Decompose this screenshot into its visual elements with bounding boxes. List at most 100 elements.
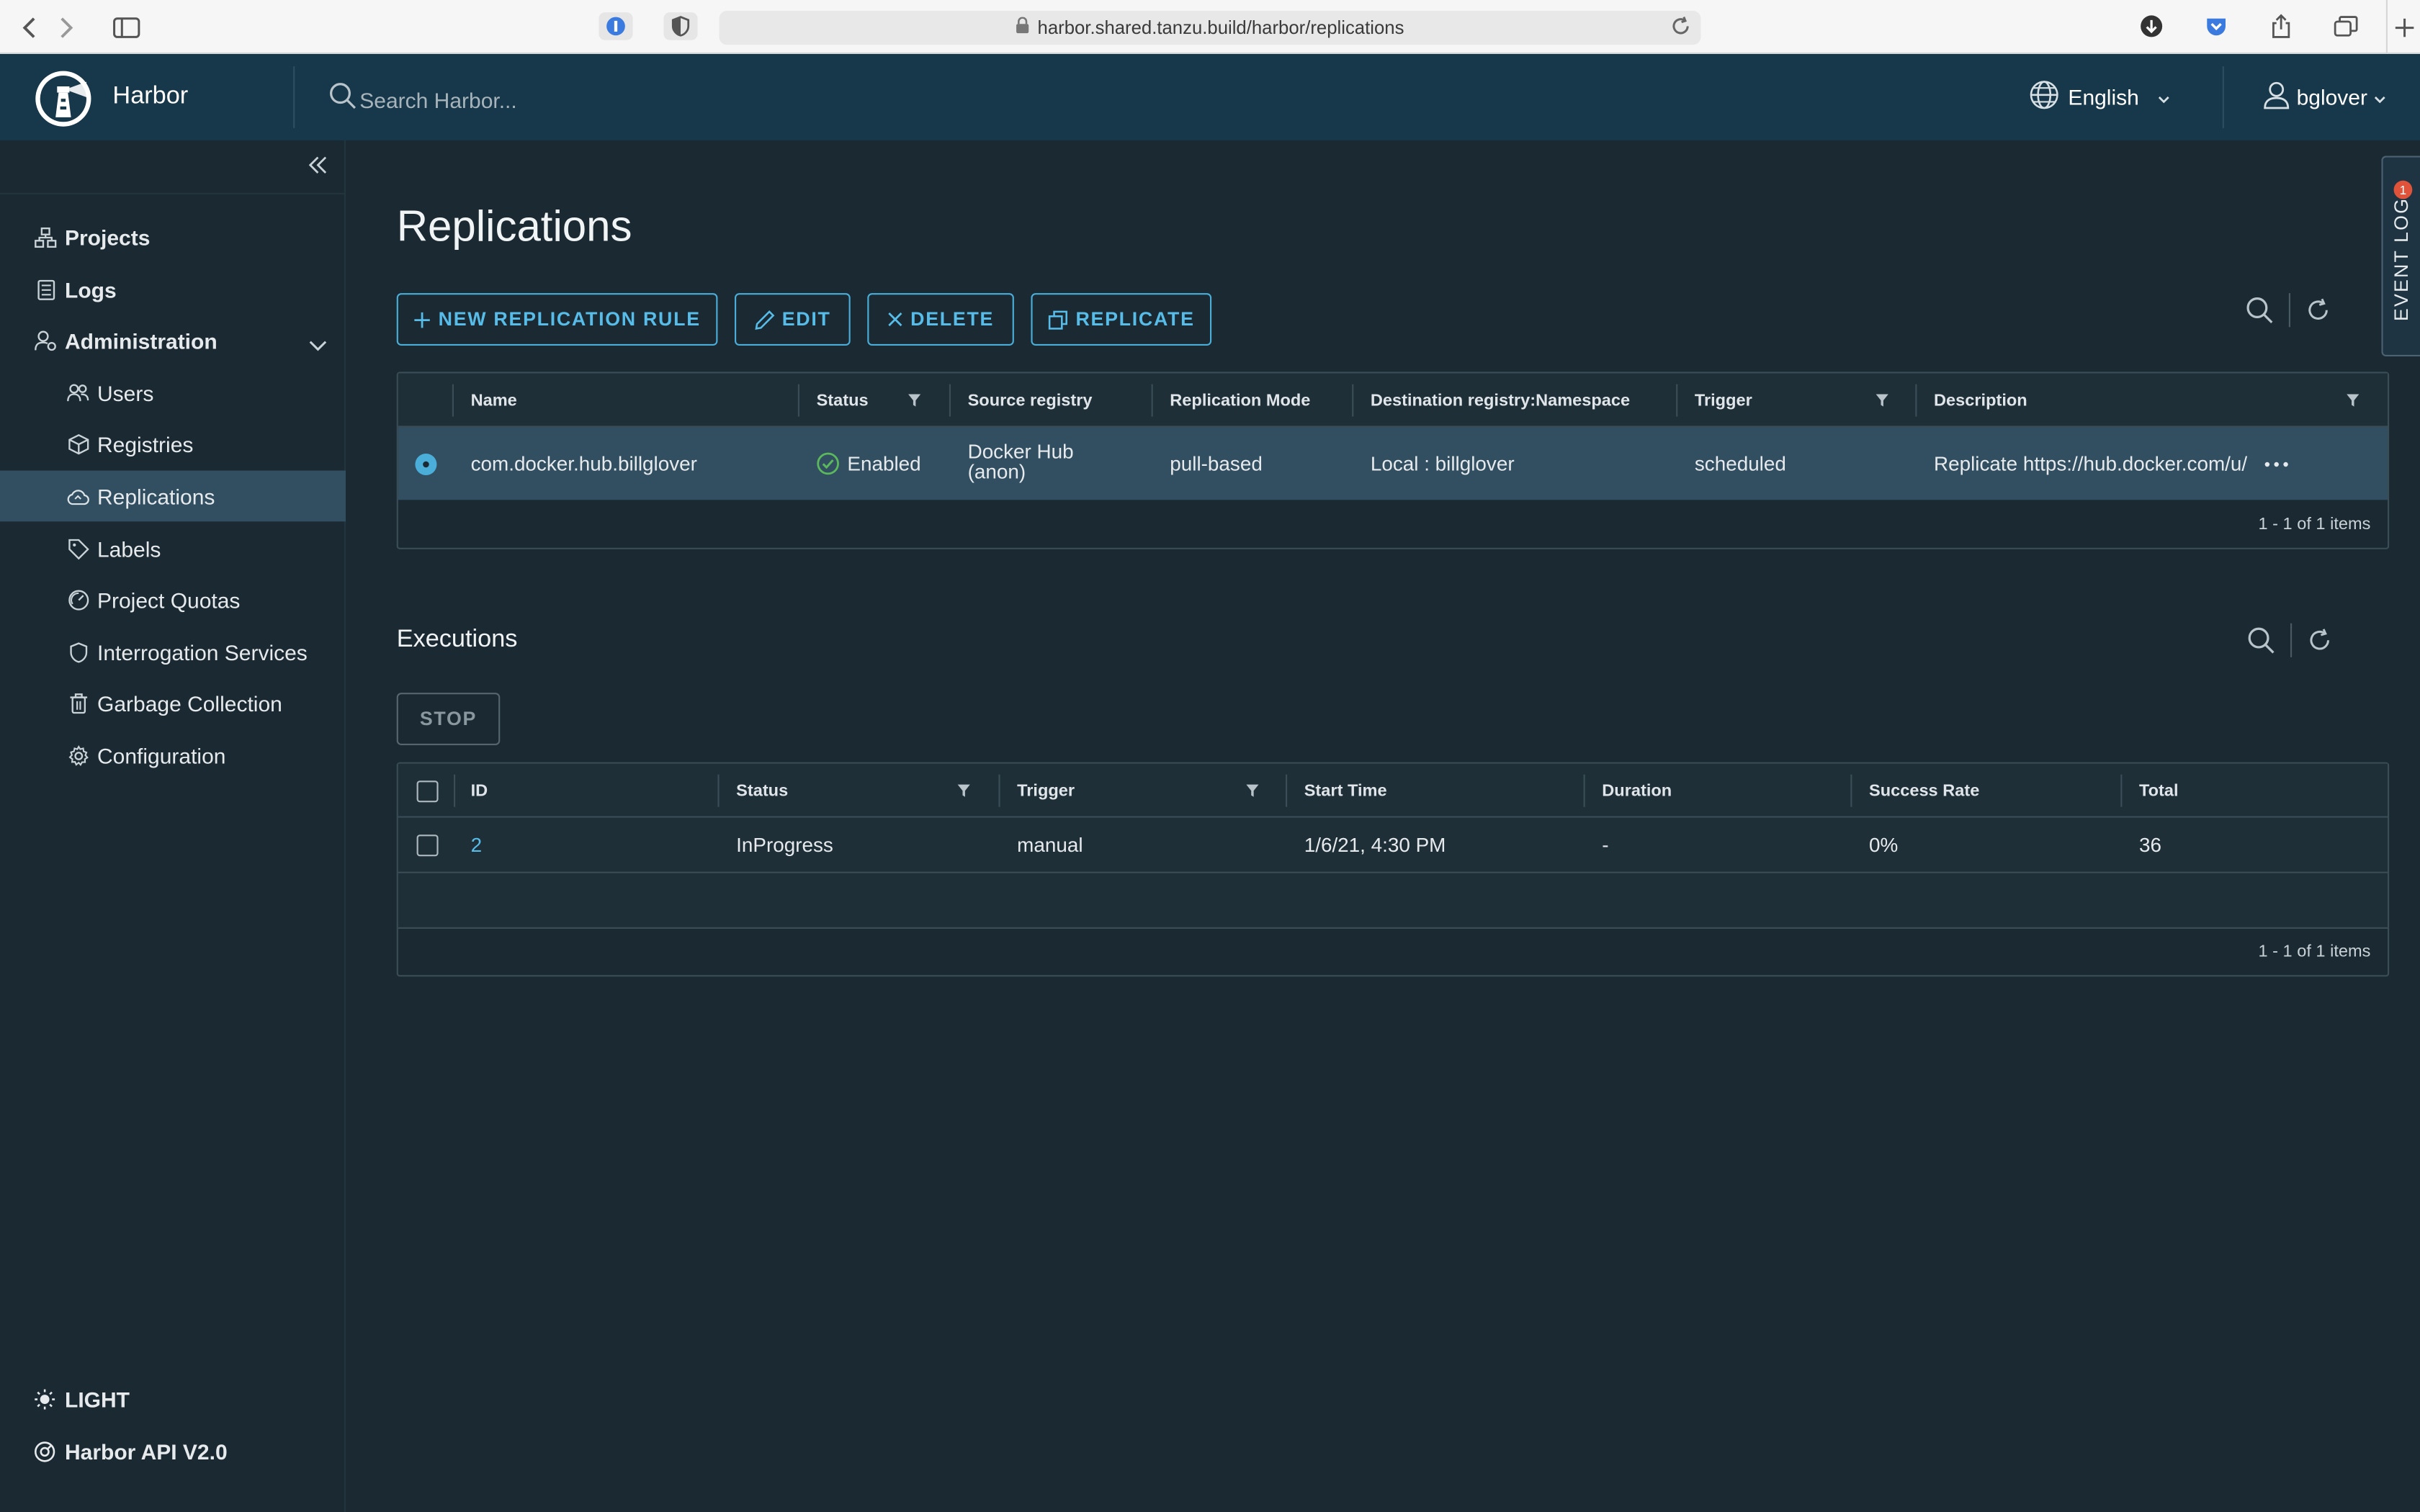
- header-divider: [2222, 66, 2224, 128]
- source-registry-name: Docker Hub: [967, 439, 1074, 463]
- execution-status: InProgress: [736, 833, 833, 857]
- filter-icon[interactable]: [1245, 784, 1259, 803]
- share-icon[interactable]: [2264, 12, 2298, 40]
- language-selector[interactable]: English: [2030, 80, 2170, 114]
- table-row[interactable]: com.docker.hub.billglover Enabled Docker…: [398, 427, 2388, 500]
- collapse-sidebar-icon[interactable]: [307, 154, 335, 179]
- column-header-start-time[interactable]: Start Time: [1304, 764, 1387, 818]
- column-header-trigger[interactable]: Trigger: [1017, 764, 1075, 818]
- table-row[interactable]: 2 InProgress manual 1/6/21, 4:30 PM - 0%…: [398, 817, 2388, 873]
- rule-source-registry: Docker Hub (anon): [968, 441, 1074, 482]
- new-tab-icon[interactable]: [2385, 0, 2420, 54]
- column-separator: [1352, 384, 1354, 417]
- pocket-icon[interactable]: [2200, 12, 2233, 40]
- theme-toggle[interactable]: LIGHT: [34, 1387, 130, 1412]
- sidebar-item-configuration[interactable]: Configuration: [0, 730, 346, 781]
- delete-button[interactable]: DELETE: [867, 293, 1014, 346]
- column-header-id[interactable]: ID: [471, 764, 488, 818]
- back-icon[interactable]: [15, 11, 43, 43]
- sidebar-item-logs[interactable]: Logs: [0, 264, 346, 315]
- page-title: Replications: [396, 202, 632, 251]
- projects-icon: [34, 225, 57, 248]
- replicate-icon: [1048, 310, 1068, 330]
- sidebar-item-users[interactable]: Users: [0, 367, 346, 418]
- user-menu[interactable]: bglover: [2262, 80, 2385, 114]
- column-separator: [452, 384, 454, 417]
- sidebar-toggle-icon[interactable]: [102, 11, 151, 43]
- brand-name[interactable]: Harbor: [112, 84, 188, 112]
- sidebar-item-garbage-collection[interactable]: Garbage Collection: [0, 678, 346, 729]
- column-header-description[interactable]: Description: [1934, 374, 2027, 428]
- divider: [0, 192, 346, 194]
- harbor-logo[interactable]: [34, 69, 92, 127]
- row-radio[interactable]: [415, 428, 437, 500]
- column-header-total[interactable]: Total: [2139, 764, 2179, 818]
- edit-button[interactable]: EDIT: [734, 293, 851, 346]
- sidebar-item-registries[interactable]: Registries: [0, 418, 346, 469]
- column-header-success-rate[interactable]: Success Rate: [1869, 764, 1979, 818]
- stop-button[interactable]: STOP: [396, 693, 501, 745]
- rule-description: Replicate https://hub.docker.com/u/: [1934, 451, 2248, 475]
- sidebar-item-administration[interactable]: Administration: [0, 315, 346, 366]
- search-icon: [328, 82, 357, 117]
- notification-badge: 1: [2393, 180, 2413, 199]
- pagination-info: 1 - 1 of 1 items: [2258, 942, 2371, 961]
- replicate-button[interactable]: REPLICATE: [1031, 293, 1212, 346]
- search-input[interactable]: [359, 87, 823, 112]
- sidebar-item-label: Project Quotas: [97, 587, 241, 612]
- column-header-trigger[interactable]: Trigger: [1695, 374, 1752, 428]
- address-bar[interactable]: harbor.shared.tanzu.build/harbor/replica…: [719, 11, 1701, 45]
- sidebar-item-interrogation-services[interactable]: Interrogation Services: [0, 626, 346, 678]
- row-checkbox[interactable]: [416, 818, 439, 872]
- reload-icon[interactable]: [1670, 15, 1692, 41]
- divider: [2290, 623, 2293, 657]
- forward-icon[interactable]: [53, 11, 81, 43]
- source-registry-auth: (anon): [967, 459, 1026, 483]
- api-icon: [34, 1441, 55, 1462]
- app-header: Harbor English bglover: [0, 54, 2420, 140]
- filter-icon[interactable]: [908, 393, 921, 412]
- execution-total: 36: [2139, 833, 2162, 857]
- column-header-name[interactable]: Name: [471, 374, 517, 428]
- column-header-duration[interactable]: Duration: [1602, 764, 1672, 818]
- harbor-api-link[interactable]: Harbor API V2.0: [34, 1439, 228, 1464]
- refresh-icon[interactable]: [2305, 298, 2330, 323]
- filter-icon[interactable]: [957, 784, 971, 803]
- execution-id-link[interactable]: 2: [471, 818, 483, 872]
- filter-icon[interactable]: [2346, 393, 2360, 412]
- column-header-replication-mode[interactable]: Replication Mode: [1170, 374, 1310, 428]
- replication-rules-table: Name Status Source registry Replication …: [396, 372, 2390, 549]
- executions-toolbar: [2247, 623, 2332, 657]
- sidebar-item-project-quotas[interactable]: Project Quotas: [0, 574, 346, 625]
- search-icon[interactable]: [2246, 296, 2274, 324]
- replicate-label: REPLICATE: [1075, 308, 1195, 330]
- executions-table: ID Status Trigger Start Time Duration Su…: [396, 762, 2390, 977]
- chevron-down-icon: [2374, 85, 2386, 109]
- lock-icon: [1016, 17, 1030, 39]
- refresh-icon[interactable]: [2308, 628, 2332, 652]
- filter-icon[interactable]: [1876, 393, 1889, 412]
- search-icon[interactable]: [2247, 626, 2275, 654]
- column-header-status[interactable]: Status: [736, 764, 788, 818]
- username: bglover: [2296, 84, 2367, 110]
- tabs-overview-icon[interactable]: [2329, 12, 2363, 40]
- privacy-shield-icon[interactable]: [663, 12, 698, 40]
- replications-icon: [66, 485, 89, 508]
- sidebar-item-replications[interactable]: Replications: [0, 470, 346, 522]
- event-log-tab[interactable]: 1 EVENT LOG: [2381, 156, 2420, 356]
- rule-status: Enabled: [817, 428, 921, 500]
- execution-start-time: 1/6/21, 4:30 PM: [1304, 833, 1446, 857]
- column-header-status[interactable]: Status: [817, 374, 869, 428]
- select-all-checkbox[interactable]: [416, 764, 439, 818]
- column-header-destination[interactable]: Destination registry:Namespace: [1371, 374, 1630, 428]
- new-replication-rule-button[interactable]: NEW REPLICATION RULE: [396, 293, 718, 346]
- close-icon: [887, 312, 902, 327]
- sidebar-item-label: Registries: [97, 431, 194, 456]
- sidebar-item-projects[interactable]: Projects: [0, 212, 346, 263]
- password-manager-icon[interactable]: [599, 12, 633, 40]
- sidebar-item-labels[interactable]: Labels: [0, 523, 346, 574]
- download-icon[interactable]: [2135, 12, 2169, 40]
- column-header-source-registry[interactable]: Source registry: [968, 374, 1093, 428]
- more-icon[interactable]: [2264, 428, 2289, 500]
- column-separator: [1915, 384, 1917, 417]
